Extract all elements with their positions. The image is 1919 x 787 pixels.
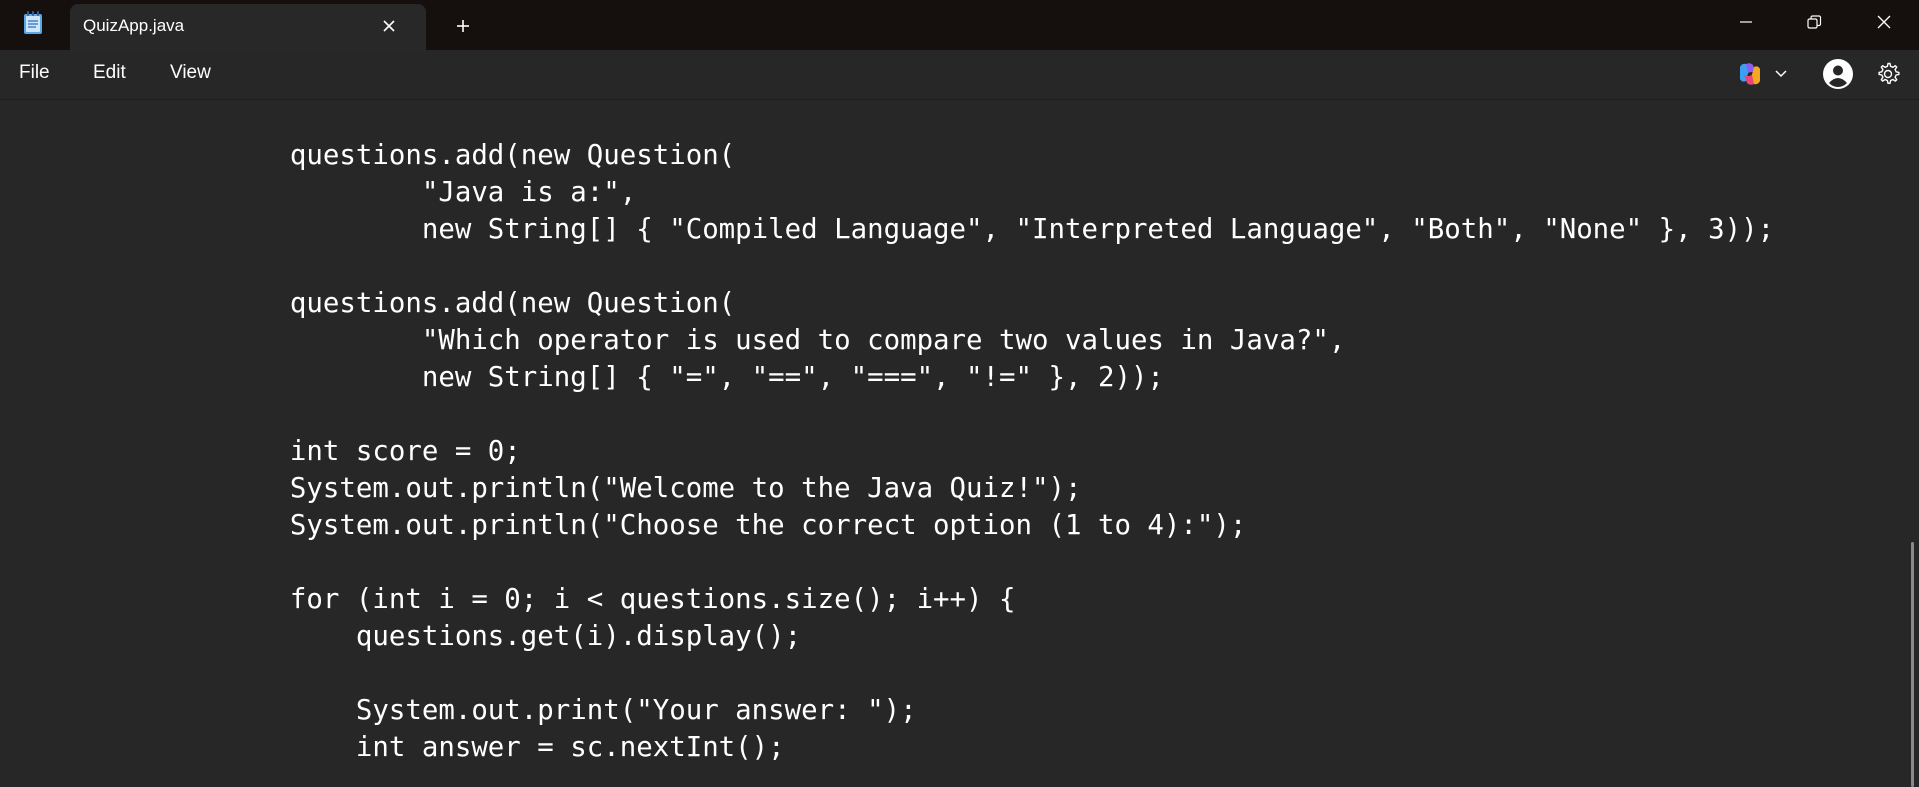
scrollbar-thumb[interactable] <box>1911 542 1914 787</box>
plus-icon[interactable] <box>449 12 477 40</box>
restore-icon <box>1807 15 1822 29</box>
minimize-button[interactable] <box>1711 0 1779 44</box>
notepad-window: QuizApp.java File Edit View questions.ad… <box>0 0 1919 787</box>
account-icon[interactable] <box>1822 58 1854 90</box>
text-editor[interactable]: questions.add(new Question( "Java is a:"… <box>0 100 1908 787</box>
close-icon <box>1877 15 1891 29</box>
code-line: new String[] { "Compiled Language", "Int… <box>158 214 1775 245</box>
code-line: System.out.println("Welcome to the Java … <box>158 473 1082 504</box>
code-line: questions.add(new Question( <box>158 288 736 319</box>
gear-icon[interactable] <box>1875 61 1901 87</box>
code-line: int score = 0; <box>158 436 521 467</box>
close-window-button[interactable] <box>1849 0 1917 44</box>
code-line: "Java is a:", <box>158 177 637 208</box>
menu-view[interactable]: View <box>170 62 211 84</box>
menu-file[interactable]: File <box>19 62 50 84</box>
copilot-icon[interactable] <box>1736 61 1764 87</box>
tab-quizapp[interactable]: QuizApp.java <box>70 4 426 50</box>
restore-button[interactable] <box>1779 0 1847 44</box>
menu-bar: File Edit View <box>0 50 1919 100</box>
vertical-scrollbar[interactable] <box>1908 100 1919 787</box>
notepad-icon <box>22 11 44 35</box>
code-line: new String[] { "=", "==", "===", "!=" },… <box>158 362 1164 393</box>
code-line: questions.add(new Question( <box>158 140 736 171</box>
close-icon[interactable] <box>376 13 402 39</box>
code-line: System.out.print("Your answer: "); <box>158 695 917 726</box>
tab-title: QuizApp.java <box>83 16 185 35</box>
code-line: int answer = sc.nextInt(); <box>158 732 785 763</box>
chevron-down-icon[interactable] <box>1773 66 1789 82</box>
code-line: System.out.println("Choose the correct o… <box>158 510 1247 541</box>
code-line: for (int i = 0; i < questions.size(); i+… <box>158 584 1016 615</box>
minimize-icon <box>1740 21 1752 23</box>
code-line: "Which operator is used to compare two v… <box>158 325 1346 356</box>
code-line: questions.get(i).display(); <box>158 621 802 652</box>
title-bar[interactable]: QuizApp.java <box>0 0 1919 50</box>
menu-edit[interactable]: Edit <box>93 62 126 84</box>
